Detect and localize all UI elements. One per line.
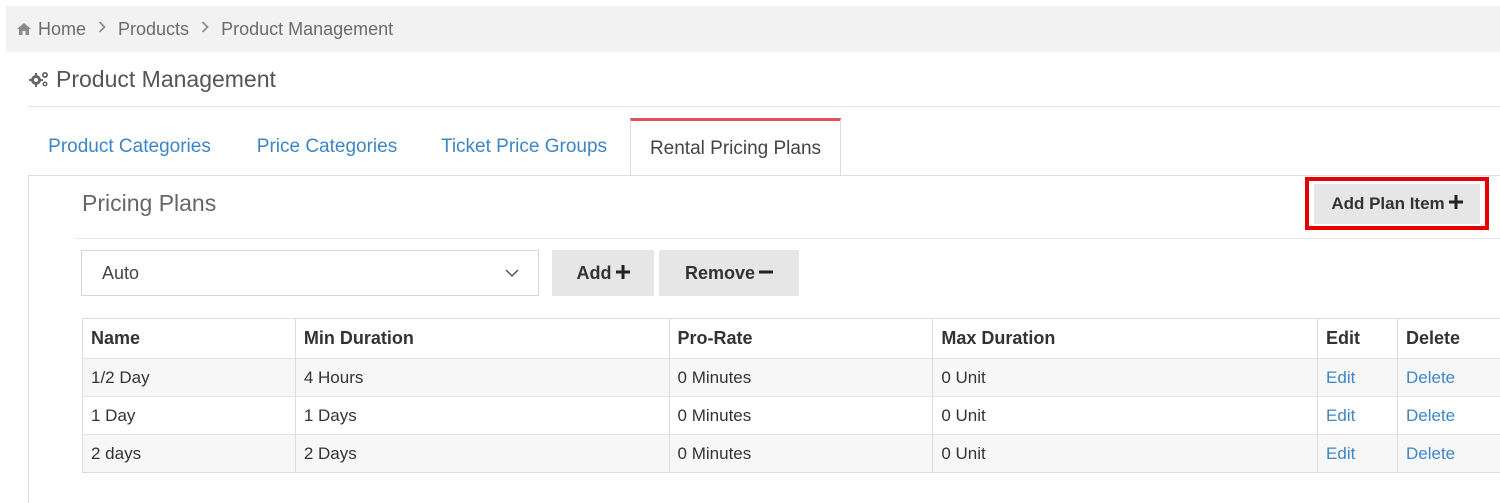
remove-button-label: Remove (684, 262, 756, 283)
tab-price-categories[interactable]: Price Categories (243, 118, 411, 176)
breadcrumb: Home Products Product Management (6, 6, 1500, 52)
breadcrumb-products[interactable]: Products (118, 19, 189, 40)
section-title: Pricing Plans (82, 190, 217, 216)
column-header-delete: Delete (1397, 318, 1500, 359)
page-title: Product Management (28, 62, 276, 96)
table-row: 2 days 2 Days 0 Minutes 0 Unit Edit Dele… (82, 434, 1500, 473)
table-row: 1/2 Day 4 Hours 0 Minutes 0 Unit Edit De… (82, 358, 1500, 397)
title-divider (28, 106, 1500, 107)
tab-ticket-price-groups[interactable]: Ticket Price Groups (426, 118, 622, 176)
tab-bar: Product Categories Price Categories Tick… (28, 118, 1500, 176)
tab-rental-pricing-plans[interactable]: Rental Pricing Plans (630, 118, 841, 176)
edit-link[interactable]: Edit (1326, 368, 1355, 387)
table-header-row: Name Min Duration Pro-Rate Max Duration … (82, 318, 1500, 359)
chevron-down-icon (504, 264, 520, 282)
add-button-label: Add (576, 262, 612, 283)
column-header-min-duration: Min Duration (294, 318, 670, 359)
cell-name: 2 days (82, 434, 296, 473)
plus-icon (615, 263, 630, 284)
section-divider (75, 238, 1500, 239)
minus-icon (759, 263, 774, 284)
page-title-text: Product Management (56, 65, 276, 92)
edit-link[interactable]: Edit (1326, 444, 1355, 463)
delete-link[interactable]: Delete (1406, 368, 1455, 387)
cell-delete: Delete (1397, 358, 1500, 397)
cell-delete: Delete (1397, 396, 1500, 435)
cell-delete: Delete (1397, 434, 1500, 473)
cell-min-duration: 4 Hours (294, 358, 670, 397)
chevron-right-icon (201, 20, 209, 38)
pricing-plans-table: Name Min Duration Pro-Rate Max Duration … (82, 318, 1500, 473)
cell-name: 1/2 Day (82, 358, 296, 397)
column-header-name: Name (82, 318, 296, 359)
cell-pro-rate: 0 Minutes (668, 358, 934, 397)
cell-min-duration: 2 Days (294, 434, 670, 473)
cell-max-duration: 0 Unit (932, 358, 1319, 397)
cell-min-duration: 1 Days (294, 396, 670, 435)
add-plan-button[interactable]: Add (552, 250, 654, 296)
cell-max-duration: 0 Unit (932, 396, 1319, 435)
delete-link[interactable]: Delete (1406, 444, 1455, 463)
cell-pro-rate: 0 Minutes (668, 434, 934, 473)
cell-edit: Edit (1317, 434, 1398, 473)
pricing-plan-select[interactable]: Auto (81, 250, 539, 296)
table-row: 1 Day 1 Days 0 Minutes 0 Unit Edit Delet… (82, 396, 1500, 435)
remove-plan-button[interactable]: Remove (659, 250, 799, 296)
cell-edit: Edit (1317, 358, 1398, 397)
column-header-max-duration: Max Duration (932, 318, 1319, 359)
home-icon[interactable] (16, 22, 32, 36)
cell-edit: Edit (1317, 396, 1398, 435)
cell-max-duration: 0 Unit (932, 434, 1319, 473)
column-header-pro-rate: Pro-Rate (668, 318, 934, 359)
tab-product-categories[interactable]: Product Categories (28, 118, 231, 176)
breadcrumb-current: Product Management (221, 18, 394, 39)
breadcrumb-home[interactable]: Home (38, 19, 86, 40)
chevron-right-icon (98, 20, 106, 38)
column-header-edit: Edit (1317, 318, 1398, 359)
add-plan-item-label: Add Plan Item (1331, 194, 1445, 213)
plus-icon (1448, 194, 1463, 214)
pricing-plan-select-value: Auto (102, 262, 140, 283)
edit-link[interactable]: Edit (1326, 406, 1355, 425)
cogs-icon (28, 70, 50, 88)
delete-link[interactable]: Delete (1406, 406, 1455, 425)
cell-name: 1 Day (82, 396, 296, 435)
cell-pro-rate: 0 Minutes (668, 396, 934, 435)
add-plan-item-button[interactable]: Add Plan Item (1314, 184, 1480, 224)
